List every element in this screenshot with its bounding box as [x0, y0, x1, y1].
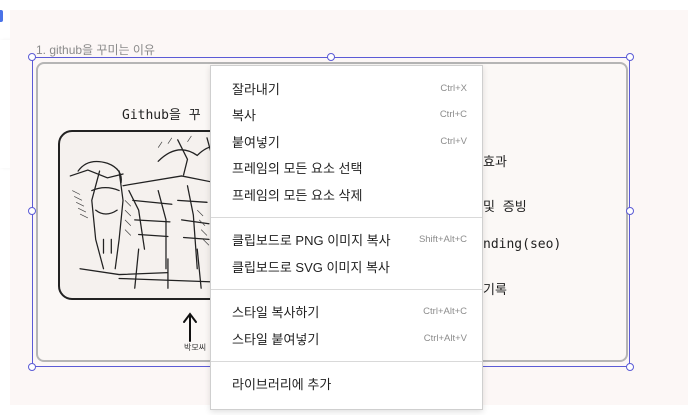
active-indicator — [0, 10, 3, 22]
menu-item-label: 스타일 복사하기 — [232, 305, 320, 321]
menu-item-copy[interactable]: 복사 Ctrl+C — [211, 102, 482, 129]
frame-label[interactable]: 1. github을 꾸미는 이유 — [36, 41, 155, 58]
menu-item-shortcut: Shift+Alt+C — [418, 234, 467, 246]
menu-item-label: 클립보드로 SVG 이미지 복사 — [232, 259, 390, 275]
list-item-text[interactable]: 기록 — [483, 279, 507, 298]
menu-item-paste-style[interactable]: 스타일 붙여넣기 Ctrl+Alt+V — [211, 325, 482, 352]
sketch-caption: 박모씨 — [184, 343, 207, 352]
menu-item-paste[interactable]: 붙여넣기 Ctrl+V — [211, 128, 482, 155]
menu-item-label: 클립보드로 PNG 이미지 복사 — [232, 233, 391, 249]
menu-item-label: 스타일 붙여넣기 — [232, 331, 320, 347]
menu-item-add-to-library[interactable]: 라이브러리에 추가 — [211, 371, 482, 398]
up-arrow-icon — [183, 312, 197, 342]
menu-divider — [211, 216, 482, 218]
resize-handle-bottom-left[interactable] — [28, 363, 36, 371]
menu-divider — [211, 288, 482, 290]
menu-item-copy-svg[interactable]: 클립보드로 SVG 이미지 복사 — [211, 253, 482, 280]
resize-handle-top-left[interactable] — [28, 53, 36, 61]
menu-item-shortcut: Ctrl+Alt+C — [423, 306, 467, 318]
menu-item-delete-all-in-frame[interactable]: 프레임의 모든 요소 삭제 — [211, 181, 482, 208]
menu-item-shortcut: Ctrl+C — [439, 109, 467, 121]
menu-item-label: 프레임의 모든 요소 선택 — [232, 161, 363, 177]
list-item-text[interactable]: 효과 — [483, 151, 507, 170]
menu-item-copy-png[interactable]: 클립보드로 PNG 이미지 복사 Shift+Alt+C — [211, 227, 482, 254]
menu-item-copy-style[interactable]: 스타일 복사하기 Ctrl+Alt+C — [211, 299, 482, 326]
menu-item-shortcut: Ctrl+V — [440, 135, 467, 147]
resize-handle-bottom-right[interactable] — [626, 363, 634, 371]
menu-item-cut[interactable]: 잘라내기 Ctrl+X — [211, 75, 482, 102]
menu-item-label: 잘라내기 — [232, 81, 280, 97]
list-item-text[interactable]: nding(seo) — [483, 237, 561, 252]
menu-item-label: 라이브러리에 추가 — [232, 377, 332, 393]
menu-item-shortcut: Ctrl+X — [440, 82, 467, 94]
list-item-text[interactable]: 및 증빙 — [483, 196, 527, 215]
menu-item-label: 복사 — [232, 108, 256, 124]
menu-item-label: 프레임의 모든 요소 삭제 — [232, 187, 363, 203]
menu-item-shortcut: Ctrl+Alt+V — [423, 332, 467, 344]
menu-item-label: 붙여넣기 — [232, 134, 280, 150]
menu-item-select-all-in-frame[interactable]: 프레임의 모든 요소 선택 — [211, 155, 482, 182]
menu-divider — [211, 360, 482, 362]
resize-handle-top[interactable] — [327, 53, 335, 61]
frame-title-text[interactable]: Github을 꾸 — [122, 104, 201, 123]
resize-handle-top-right[interactable] — [626, 53, 634, 61]
resize-handle-right[interactable] — [626, 207, 634, 215]
context-menu: 잘라내기 Ctrl+X 복사 Ctrl+C 붙여넣기 Ctrl+V 프레임의 모… — [210, 65, 483, 410]
resize-handle-left[interactable] — [28, 207, 36, 215]
